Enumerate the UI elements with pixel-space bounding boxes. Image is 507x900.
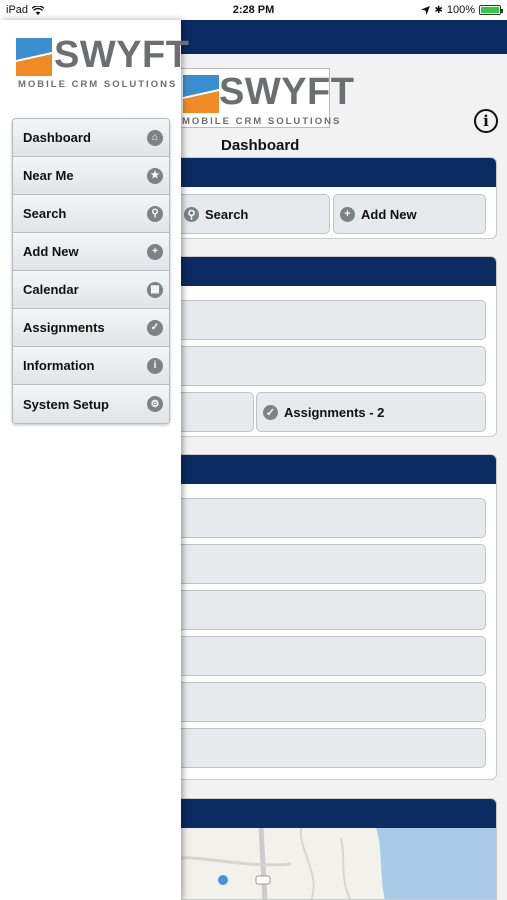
battery-percent: 100%: [446, 4, 475, 16]
plus-icon: +: [147, 243, 163, 260]
panel-button[interactable]: [177, 590, 486, 630]
battery-fill: [481, 7, 499, 13]
page-title: Dashboard: [221, 137, 300, 154]
panel-header: [171, 158, 496, 187]
home-icon: ⌂: [147, 129, 163, 146]
info-icon: i: [147, 357, 163, 374]
panel-button[interactable]: [177, 544, 486, 584]
activity-panel: ✓ Assignments - 2: [170, 256, 497, 437]
panel-header: [171, 455, 496, 484]
bluetooth-icon: ✱: [434, 4, 443, 16]
menu-item-search[interactable]: Search ⚲: [13, 195, 169, 233]
search-icon: ⚲: [184, 206, 199, 222]
star-icon: ★: [147, 167, 163, 184]
calendar-icon: ▦: [147, 281, 163, 298]
menu-item-label: Information: [23, 358, 95, 373]
menu-item-add-new[interactable]: Add New +: [13, 233, 169, 271]
search-icon: ⚲: [147, 205, 163, 222]
add-new-button[interactable]: + Add New: [333, 194, 486, 234]
panel-button[interactable]: [177, 636, 486, 676]
menu-item-calendar[interactable]: Calendar ▦: [13, 271, 169, 309]
menu-item-label: Calendar: [23, 282, 79, 297]
panel-button[interactable]: [177, 682, 486, 722]
menu-item-label: System Setup: [23, 396, 109, 412]
drawer-logo-name: SWYFT: [54, 34, 190, 76]
menu-item-label: Assignments: [23, 320, 105, 335]
main-logo-name: SWYFT: [219, 71, 355, 113]
status-bar: iPad 2:28 PM ✱ 100%: [0, 0, 507, 20]
panel-header: [171, 799, 496, 828]
menu-item-near-me[interactable]: Near Me ★: [13, 157, 169, 195]
location-arrow-icon: [421, 5, 431, 15]
panel-button[interactable]: [177, 346, 486, 386]
list-panel: [170, 454, 497, 780]
assignments-button-label: Assignments - 2: [284, 404, 385, 420]
menu-item-label: Dashboard: [23, 130, 91, 145]
main-logo-tagline: MOBILE CRM SOLUTIONS: [182, 116, 342, 127]
menu-item-assignments[interactable]: Assignments ✓: [13, 309, 169, 347]
menu-item-dashboard[interactable]: Dashboard ⌂: [13, 119, 169, 157]
drawer-menu: Dashboard ⌂ Near Me ★ Search ⚲ Add New +…: [12, 118, 170, 424]
panel-header: [171, 257, 496, 286]
quick-actions-panel: ⚲ Search + Add New: [170, 157, 497, 239]
swyft-logo-mark: [16, 38, 52, 76]
side-drawer: SWYFT MOBILE CRM SOLUTIONS Dashboard ⌂ N…: [0, 20, 189, 900]
info-icon[interactable]: i: [474, 109, 498, 133]
main-logo: SWYFT MOBILE CRM SOLUTIONS: [178, 68, 354, 128]
gear-icon: ⚙: [147, 396, 163, 412]
drawer-logo-tagline: MOBILE CRM SOLUTIONS: [18, 79, 178, 90]
menu-item-label: Search: [23, 206, 67, 221]
search-button-label: Search: [205, 206, 249, 222]
check-icon: ✓: [263, 404, 278, 420]
menu-item-information[interactable]: Information i: [13, 347, 169, 385]
panel-button[interactable]: [177, 728, 486, 768]
swyft-logo-mark: [183, 75, 219, 113]
add-new-button-label: Add New: [361, 206, 417, 222]
panel-button[interactable]: [177, 498, 486, 538]
assignments-button[interactable]: ✓ Assignments - 2: [256, 392, 486, 432]
wifi-icon: [32, 5, 45, 15]
drawer-logo: SWYFT MOBILE CRM SOLUTIONS: [16, 34, 189, 96]
map-panel[interactable]: [170, 798, 497, 900]
panel-button[interactable]: [177, 300, 486, 340]
device-name: iPad: [6, 4, 29, 16]
search-button[interactable]: ⚲ Search: [177, 194, 330, 234]
menu-item-system-setup[interactable]: System Setup ⚙: [13, 385, 169, 423]
map-view[interactable]: [171, 827, 497, 900]
battery-icon: [479, 5, 503, 15]
panel-button[interactable]: [177, 392, 254, 432]
check-icon: ✓: [147, 319, 163, 336]
plus-icon: +: [340, 206, 355, 222]
menu-item-label: Near Me: [23, 168, 74, 183]
menu-item-label: Add New: [23, 244, 79, 259]
